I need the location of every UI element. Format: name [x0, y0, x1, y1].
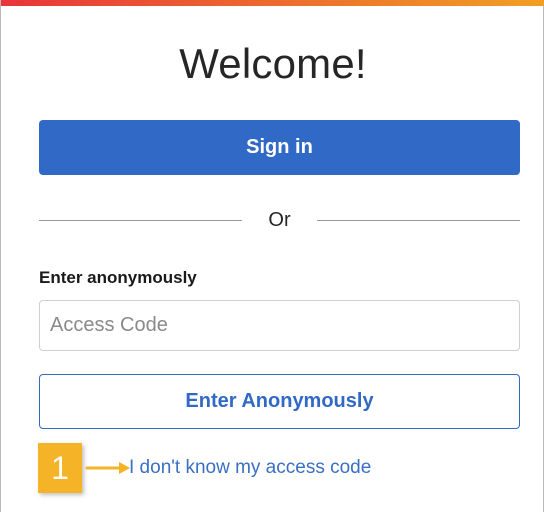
page-title: Welcome! — [179, 40, 367, 87]
sign-in-button[interactable]: Sign in — [39, 120, 520, 175]
brand-stripe — [1, 0, 544, 6]
forgot-access-code-link[interactable]: I don't know my access code — [129, 457, 371, 479]
enter-anonymously-label: Enter anonymously — [39, 268, 197, 287]
login-panel: Welcome! Sign in Or Enter anonymously En… — [0, 0, 544, 512]
divider-line-left — [39, 219, 243, 221]
or-divider-label: Or — [268, 208, 291, 231]
arrow-right-icon — [85, 462, 130, 474]
enter-anonymously-button[interactable]: Enter Anonymously — [39, 374, 520, 429]
or-divider: Or — [39, 205, 520, 235]
step-callout-badge: 1 — [38, 443, 82, 493]
divider-line-right — [316, 219, 520, 221]
access-code-input[interactable] — [39, 300, 520, 351]
